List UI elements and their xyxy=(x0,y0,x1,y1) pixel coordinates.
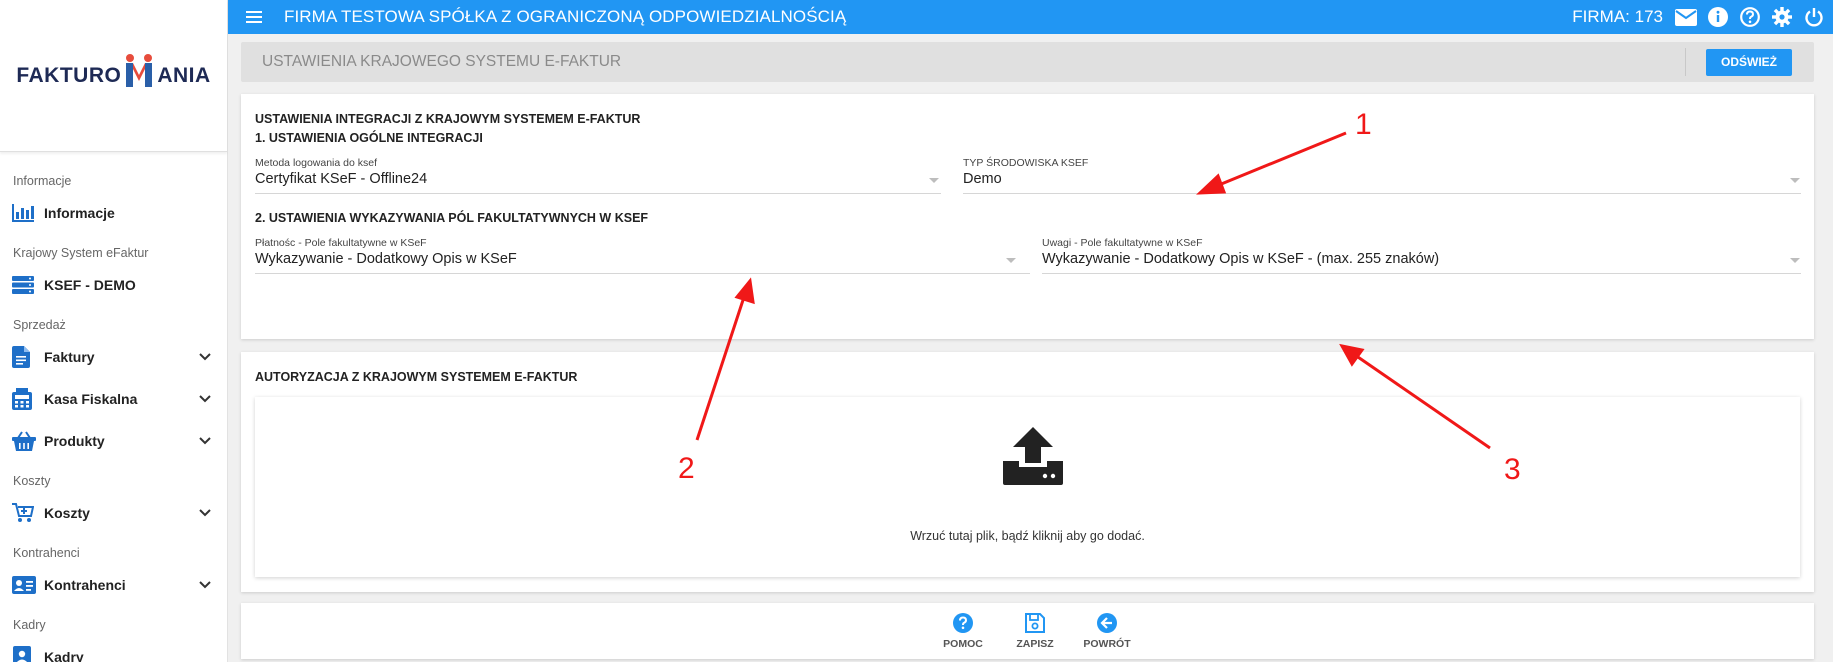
annotation-arrowhead-1 xyxy=(1196,173,1227,195)
annotation-arrow-3 xyxy=(1354,353,1491,450)
annotation-number-2: 2 xyxy=(678,452,695,485)
annotation-arrowhead-2 xyxy=(734,277,755,305)
annotation-arrows xyxy=(695,131,1491,450)
annotation-number-1: 1 xyxy=(1355,108,1372,141)
annotation-arrowhead-3 xyxy=(1339,343,1365,367)
annotation-number-3: 3 xyxy=(1504,453,1521,486)
annotation-arrow-1 xyxy=(1213,131,1347,189)
annotation-arrow-2 xyxy=(695,293,747,441)
